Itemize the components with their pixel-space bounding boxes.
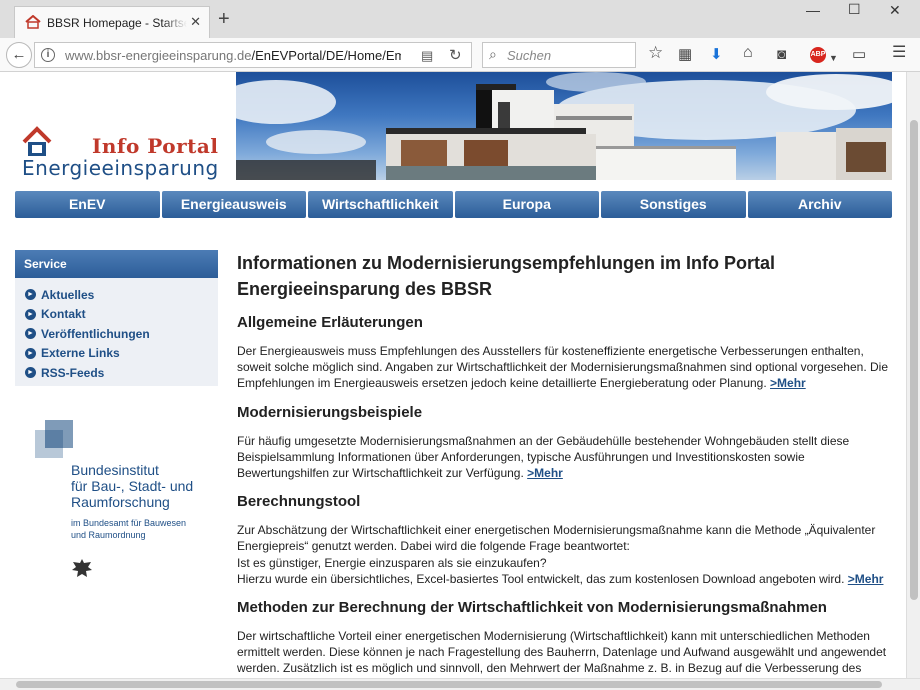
arrow-bullet-icon: ► xyxy=(25,347,36,359)
vertical-scrollbar[interactable] xyxy=(906,72,920,678)
tab-close-icon[interactable]: ✕ xyxy=(190,14,201,30)
bookmark-star-icon[interactable]: ☆ xyxy=(648,44,663,61)
arrow-bullet-icon: ► xyxy=(25,308,36,320)
chevron-down-icon[interactable]: ▼ xyxy=(829,50,838,66)
browser-tab[interactable]: BBSR Homepage - Startseite ✕ xyxy=(14,6,210,38)
minimize-icon[interactable]: — xyxy=(806,2,820,18)
sidebar-item-externe-links[interactable]: ► Externe Links xyxy=(25,344,218,364)
nav-item-sonstiges[interactable]: Sonstiges xyxy=(601,191,746,218)
search-placeholder: Suchen xyxy=(507,48,552,63)
page: Info Portal Energieeinsparung EnEV Energ… xyxy=(0,72,906,678)
arrow-bullet-icon: ► xyxy=(25,289,36,301)
navigation-toolbar: ← i www.bbsr-energieeinsparung.de/EnEVPo… xyxy=(0,38,920,72)
federal-eagle-icon xyxy=(72,559,92,577)
more-link-modernisierungsbeispiele[interactable]: >Mehr xyxy=(527,466,563,480)
sidebar-title: Service xyxy=(15,250,218,278)
screenshot-icon[interactable]: ▭ xyxy=(852,47,866,63)
sidebar-item-aktuelles[interactable]: ► Aktuelles xyxy=(25,285,218,305)
reload-icon[interactable]: ↻ xyxy=(449,46,462,64)
url-bar[interactable]: i www.bbsr-energieeinsparung.de/EnEVPort… xyxy=(34,42,472,68)
close-window-icon[interactable]: ✕ xyxy=(889,2,901,19)
section-heading-berechnungstool: Berechnungstool xyxy=(237,493,361,511)
site-info-icon[interactable]: i xyxy=(41,48,55,62)
home-icon[interactable]: ⌂ xyxy=(743,45,753,61)
sidebar-item-rss-feeds[interactable]: ► RSS-Feeds xyxy=(25,363,218,383)
page-title: Informationen zu Modernisierungsempfehlu… xyxy=(237,253,776,299)
back-icon[interactable]: ← xyxy=(6,42,32,68)
section-heading-modernisierungsbeispiele: Modernisierungsbeispiele xyxy=(237,403,423,421)
arrow-bullet-icon: ► xyxy=(25,328,36,340)
bookmarks-list-icon[interactable]: ▦ xyxy=(678,47,692,63)
vertical-scroll-thumb[interactable] xyxy=(910,120,918,600)
section-heading-methoden: Methoden zur Berechnung der Wirtschaftli… xyxy=(237,599,827,617)
horizontal-scrollbar[interactable] xyxy=(0,678,920,690)
sidebar-item-veroeffentlichungen[interactable]: ► Veröffentlichungen xyxy=(25,324,218,344)
main-content: Informationen zu Modernisierungsempfehlu… xyxy=(237,250,893,678)
info-portal-logo[interactable]: Info Portal Energieeinsparung xyxy=(20,126,220,184)
nav-item-enev[interactable]: EnEV xyxy=(15,191,160,218)
nav-item-europa[interactable]: Europa xyxy=(454,191,599,218)
sidebar-list: ► Aktuelles ► Kontakt ► Veröffentlichungen … xyxy=(15,278,218,383)
house-logo-icon xyxy=(22,126,52,156)
section-heading-allgemeine: Allgemeine Erläuterungen xyxy=(237,314,423,331)
url-text: www.bbsr-energieeinsparung.de/EnEVPortal… xyxy=(65,48,401,63)
tab-strip: BBSR Homepage - Startseite ✕ + — ☐ ✕ xyxy=(0,0,920,38)
logo-info-text: Info Portal xyxy=(92,134,219,158)
search-icon: ⌕ xyxy=(489,46,497,62)
section-text-allgemeine: Der Energieausweis muss Empfehlungen des… xyxy=(237,344,888,391)
nav-item-wirtschaftlichkeit[interactable]: Wirtschaftlichkeit xyxy=(308,191,453,218)
menu-icon[interactable]: ☰ xyxy=(892,45,906,61)
section-text-modernisierungsbeispiele: Für häufig umgesetzte Modernisierungsmaß… xyxy=(237,433,850,481)
nav-item-energieausweis[interactable]: Energieausweis xyxy=(161,191,306,218)
more-link-berechnungstool[interactable]: >Mehr xyxy=(848,572,884,586)
sidebar-item-kontakt[interactable]: ► Kontakt xyxy=(25,305,218,325)
adblock-icon[interactable]: ABP xyxy=(810,47,826,63)
section-text-methoden: Der wirtschaftliche Vorteil einer energe… xyxy=(237,629,887,678)
bbsr-logo-block[interactable]: Bundesinstitut für Bau-, Stadt- und Raum… xyxy=(35,420,215,590)
search-input[interactable]: ⌕ Suchen xyxy=(482,42,636,68)
house-favicon-icon xyxy=(25,15,41,29)
pocket-icon[interactable]: ◙ xyxy=(777,47,786,63)
bbsr-subtitle: im Bundesamt für Bauwesen und Raumordnun… xyxy=(71,518,187,540)
tab-title: BBSR Homepage - Startseite xyxy=(47,16,187,30)
header-banner-image xyxy=(236,72,892,180)
download-icon[interactable]: ⬇ xyxy=(710,47,723,63)
main-navigation: EnEV Energieausweis Wirtschaftlichkeit E… xyxy=(15,191,892,218)
more-link-allgemeine[interactable]: >Mehr xyxy=(770,376,806,390)
horizontal-scroll-thumb[interactable] xyxy=(16,681,882,688)
maximize-icon[interactable]: ☐ xyxy=(848,1,861,18)
service-sidebar: Service ► Aktuelles ► Kontakt ► Veröffentli… xyxy=(15,250,218,386)
bbsr-name: Bundesinstitut für Bau-, Stadt- und Raum… xyxy=(71,462,194,510)
section-text-berechnungstool: Zur Abschätzung der Wirtschaftlichkeit e… xyxy=(237,523,884,586)
new-tab-icon[interactable]: + xyxy=(218,9,230,29)
bbsr-squares-logo-icon xyxy=(35,420,73,458)
logo-energie-text: Energieeinsparung xyxy=(22,156,219,180)
nav-item-archiv[interactable]: Archiv xyxy=(747,191,892,218)
arrow-bullet-icon: ► xyxy=(25,367,36,379)
reader-view-icon[interactable]: ▤ xyxy=(421,48,433,64)
